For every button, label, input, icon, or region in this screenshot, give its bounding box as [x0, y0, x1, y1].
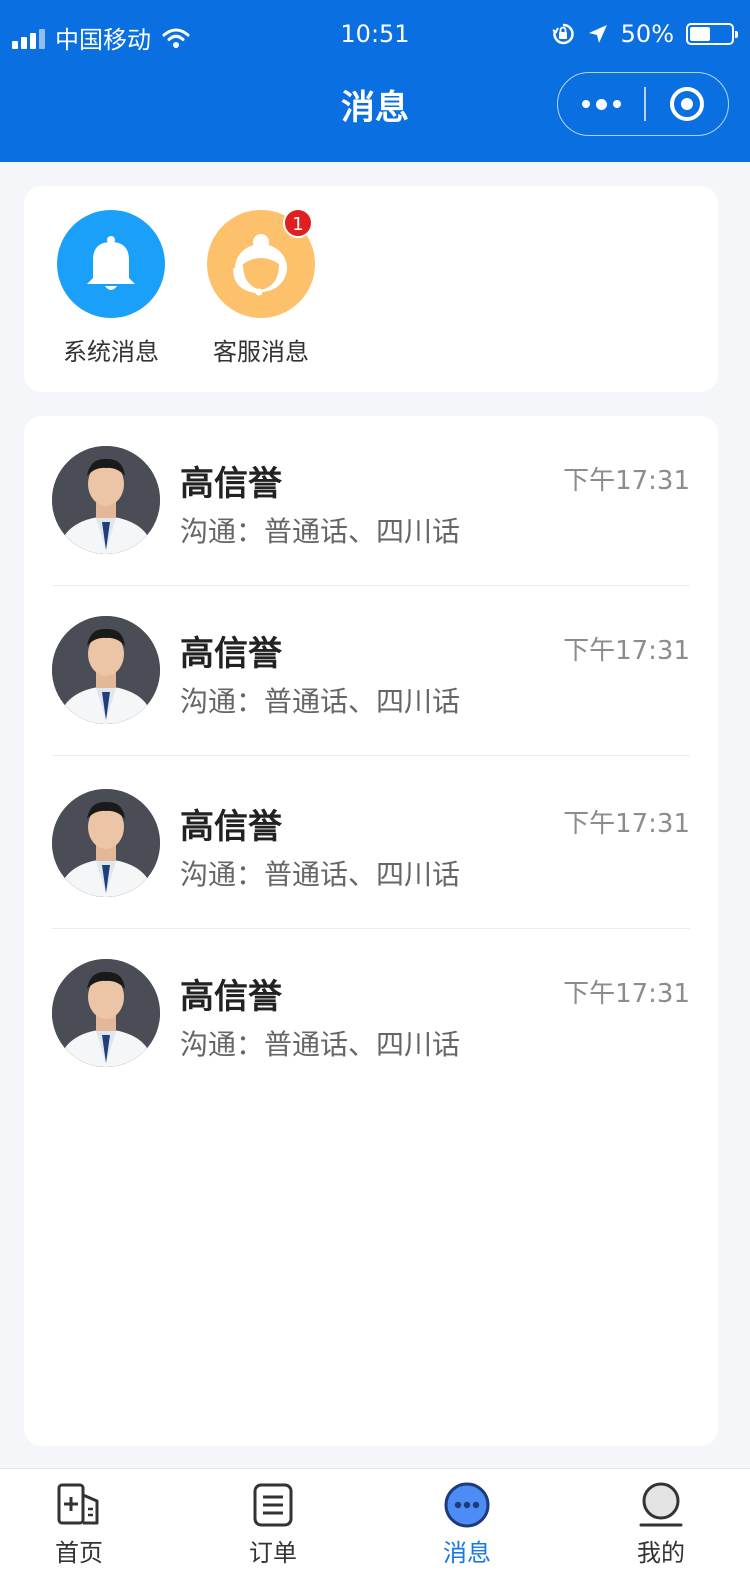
message-time: 下午17:31 [563, 636, 690, 666]
more-button[interactable] [558, 73, 644, 135]
mini-program-capsule [557, 72, 729, 136]
avatar [52, 959, 160, 1067]
customer-service-icon-circle: 1 [207, 208, 315, 318]
status-right: 50% [551, 20, 738, 48]
message-time: 下午17:31 [563, 809, 690, 839]
message-preview: 沟通：普通话、四川话 [180, 685, 461, 718]
tab-messages[interactable]: 消息 [407, 1481, 527, 1568]
status-bar: 中国移动 10:51 50% [0, 0, 750, 68]
contact-name: 高信誉 [180, 464, 282, 504]
message-time: 下午17:31 [563, 466, 690, 496]
system-messages-entry[interactable]: 系统消息 [51, 210, 171, 367]
tab-home-label: 首页 [55, 1539, 103, 1567]
message-preview: 沟通：普通话、四川话 [180, 515, 461, 548]
list-item[interactable]: 高信誉 下午17:31 沟通：普通话、四川话 [24, 586, 718, 756]
system-messages-label: 系统消息 [63, 338, 159, 366]
message-preview: 沟通：普通话、四川话 [180, 1028, 461, 1061]
contact-name: 高信誉 [180, 807, 282, 847]
system-messages-icon-circle [57, 210, 165, 318]
message-preview: 沟通：普通话、四川话 [180, 858, 461, 891]
tab-orders-label: 订单 [249, 1539, 297, 1567]
top-bar: 中国移动 10:51 50% 消息 [0, 0, 750, 162]
tab-profile[interactable]: 我的 [601, 1481, 721, 1568]
battery-percent: 50% [620, 20, 674, 48]
customer-service-icon [233, 234, 287, 296]
message-time: 下午17:31 [563, 979, 690, 1009]
tab-home[interactable]: 首页 [19, 1481, 139, 1568]
location-arrow-icon [588, 25, 607, 43]
order-list-icon [249, 1481, 297, 1529]
customer-service-entry[interactable]: 1 客服消息 [201, 208, 321, 367]
divider [52, 755, 690, 756]
tab-messages-label: 消息 [443, 1539, 491, 1567]
list-item[interactable]: 高信誉 下午17:31 沟通：普通话、四川话 [24, 929, 718, 1099]
contact-name: 高信誉 [180, 634, 282, 674]
avatar [52, 616, 160, 724]
customer-service-label: 客服消息 [213, 338, 309, 366]
tab-bar: 首页 订单 消息 我的 [0, 1468, 750, 1584]
contact-name: 高信誉 [180, 977, 282, 1017]
tab-orders[interactable]: 订单 [213, 1481, 333, 1568]
profile-icon [637, 1481, 685, 1529]
battery-icon [686, 23, 738, 45]
orientation-lock-icon [552, 23, 574, 45]
target-icon [669, 87, 704, 121]
quick-entry-card: 系统消息 1 客服消息 [24, 186, 718, 392]
avatar [52, 789, 160, 897]
tab-profile-label: 我的 [637, 1539, 685, 1567]
close-button[interactable] [646, 73, 729, 135]
avatar [52, 446, 160, 554]
list-item[interactable]: 高信誉 下午17:31 沟通：普通话、四川话 [24, 416, 718, 586]
message-icon [443, 1481, 491, 1529]
unread-badge: 1 [283, 208, 313, 238]
bell-icon [87, 236, 135, 290]
list-item[interactable]: 高信誉 下午17:31 沟通：普通话、四川话 [24, 759, 718, 929]
message-list: 高信誉 下午17:31 沟通：普通话、四川话 高信誉 下午17:31 沟通：普通… [24, 416, 718, 1446]
home-icon [55, 1481, 103, 1529]
